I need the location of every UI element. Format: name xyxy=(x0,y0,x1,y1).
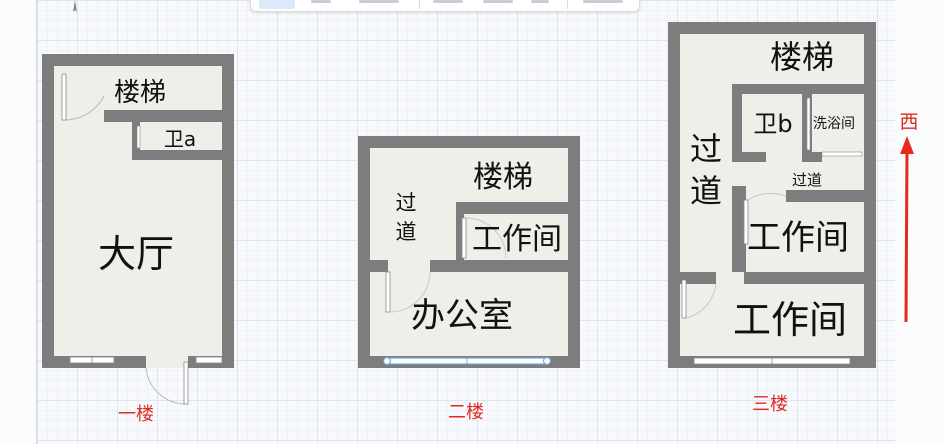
room-label: 大厅 xyxy=(98,232,174,276)
room-label: 卫b xyxy=(753,110,792,138)
room-label: 卫a xyxy=(164,127,196,151)
floor-2-wall xyxy=(370,260,388,272)
floor-2-door-leaf xyxy=(461,217,467,259)
floor-1-entrance-door-leaf xyxy=(183,361,189,405)
floor-2-wall xyxy=(430,260,568,272)
floor-3-wall xyxy=(812,152,822,162)
floor-3-wall xyxy=(742,152,766,162)
room-label: 工作间 xyxy=(472,222,562,257)
room-label: 过道 xyxy=(792,171,822,189)
room-label: 道 xyxy=(396,220,417,244)
floor-2-wall xyxy=(456,202,568,214)
room-label: 楼梯 xyxy=(770,38,834,76)
selection-handle[interactable] xyxy=(382,356,392,366)
floor-3-wall xyxy=(732,84,864,94)
room-label: 道 xyxy=(690,172,722,210)
room-label: 工作间 xyxy=(747,218,849,258)
floor-1-wall xyxy=(104,110,222,122)
floor-plan-1[interactable]: 楼梯 卫a 大厅 一楼 xyxy=(42,54,234,425)
room-label: 工作间 xyxy=(733,298,847,342)
floor-caption: 二楼 xyxy=(448,402,484,423)
floor-3-wall xyxy=(732,94,742,162)
floor-caption: 三楼 xyxy=(752,394,788,415)
floor-2-door-leaf xyxy=(385,271,391,313)
direction-arrow-icon xyxy=(900,136,914,154)
room-label: 楼梯 xyxy=(114,78,166,108)
room-label: 过 xyxy=(690,130,722,168)
direction-arrow-shaft xyxy=(904,149,909,323)
floor-plan-2[interactable]: 楼梯 过 道 工作间 办公室 二楼 xyxy=(358,136,580,423)
direction-label: 西 xyxy=(899,111,918,133)
room-label: 过 xyxy=(396,191,417,215)
floor-3-door-leaf xyxy=(806,97,811,151)
floor-3-door-leaf xyxy=(821,151,863,157)
floor-1-window xyxy=(195,356,223,364)
room-label: 办公室 xyxy=(411,296,513,336)
selection-handle[interactable] xyxy=(542,356,552,366)
floor-plans: 楼梯 卫a 大厅 一楼 楼梯 过 道 工作间 办公室 二楼 楼梯 卫b 洗浴间 … xyxy=(42,22,919,425)
floor-1-entrance-gap xyxy=(146,356,188,368)
room-label: 楼梯 xyxy=(473,160,533,195)
floor-1-wall xyxy=(132,150,222,160)
room-label: 洗浴间 xyxy=(813,116,855,132)
floor-1-floor xyxy=(54,66,222,356)
floor-plan-3[interactable]: 楼梯 卫b 洗浴间 过 道 过道 工作间 工作间 三楼 xyxy=(668,22,876,415)
direction-indicator: 西 xyxy=(899,111,919,323)
floor-1-entrance-door-swing xyxy=(145,367,187,405)
floor-3-wall xyxy=(786,190,864,202)
floor-1-toilet-door xyxy=(136,125,141,149)
floor-3-wall xyxy=(744,272,864,284)
floor-3-door-leaf xyxy=(681,279,687,319)
floor-caption: 一楼 xyxy=(118,404,154,425)
floor-1-door-leaf xyxy=(61,73,67,121)
